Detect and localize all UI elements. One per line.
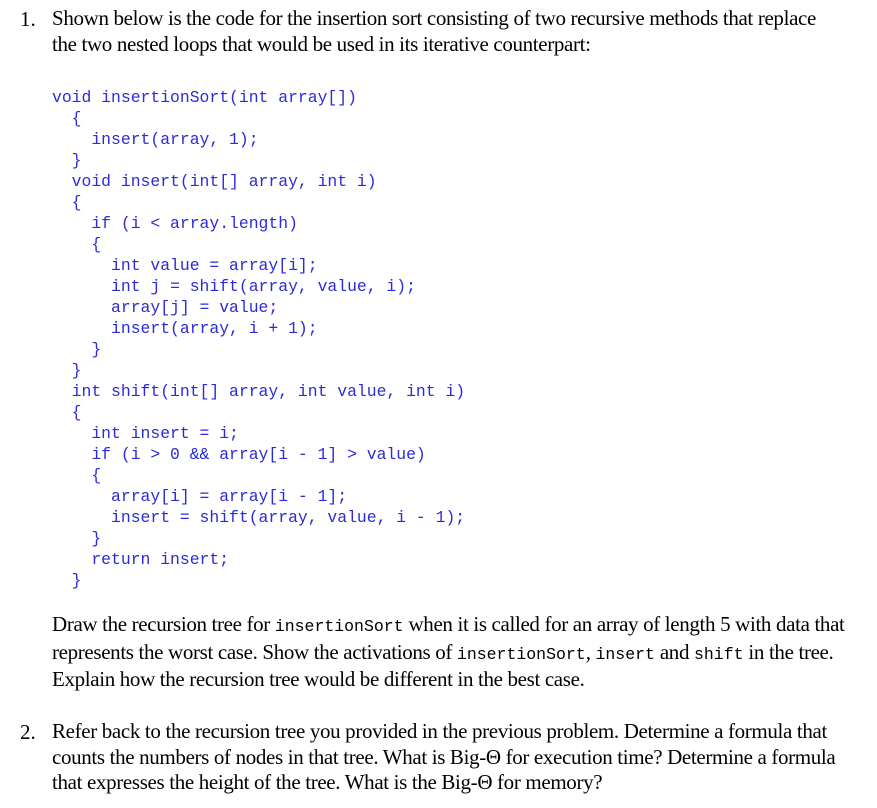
code-line: insert(array, 1); <box>52 130 259 149</box>
code-line: void insertionSort(int array[]) <box>52 88 357 107</box>
inline-code-insertionsort: insertionSort <box>274 617 404 636</box>
code-line: } <box>52 571 82 590</box>
question-prompt: Draw the recursion tree for insertionSor… <box>52 612 852 693</box>
question-number: 1. <box>20 7 36 31</box>
code-line: array[i] = array[i - 1]; <box>52 487 348 506</box>
code-line: { <box>52 235 102 254</box>
code-block: void insertionSort(int array[]) { insert… <box>52 87 465 591</box>
prompt-text: and <box>654 639 694 664</box>
question-intro: Shown below is the code for the insertio… <box>52 6 816 56</box>
code-line: array[j] = value; <box>52 298 279 317</box>
question-text: Refer back to the recursion tree you pro… <box>52 719 836 794</box>
code-line: { <box>52 109 82 128</box>
code-line: } <box>52 340 102 359</box>
prompt-text: Draw the recursion tree for <box>52 612 275 636</box>
code-line: int shift(int[] array, int value, int i) <box>52 382 466 401</box>
code-line: void insert(int[] array, int i) <box>52 172 377 191</box>
code-line: if (i < array.length) <box>52 214 298 233</box>
question-number: 2. <box>20 720 36 744</box>
code-line: return insert; <box>52 550 230 569</box>
code-line: } <box>52 361 82 380</box>
code-line: { <box>52 193 82 212</box>
prompt-text: , <box>585 639 596 664</box>
code-line: int j = shift(array, value, i); <box>52 277 416 296</box>
code-line: int value = array[i]; <box>52 256 318 275</box>
code-line: } <box>52 529 102 548</box>
code-line: { <box>52 403 82 422</box>
inline-code-shift: shift <box>694 644 744 664</box>
code-line: if (i > 0 && array[i - 1] > value) <box>52 445 426 464</box>
inline-code-insertionsort: insertionSort <box>456 644 586 664</box>
code-line: { <box>52 466 102 485</box>
code-line: int insert = i; <box>52 424 239 443</box>
inline-code-insert: insert <box>595 644 655 664</box>
code-line: } <box>52 151 82 170</box>
code-line: insert(array, i + 1); <box>52 319 318 338</box>
code-line: insert = shift(array, value, i - 1); <box>52 508 466 527</box>
